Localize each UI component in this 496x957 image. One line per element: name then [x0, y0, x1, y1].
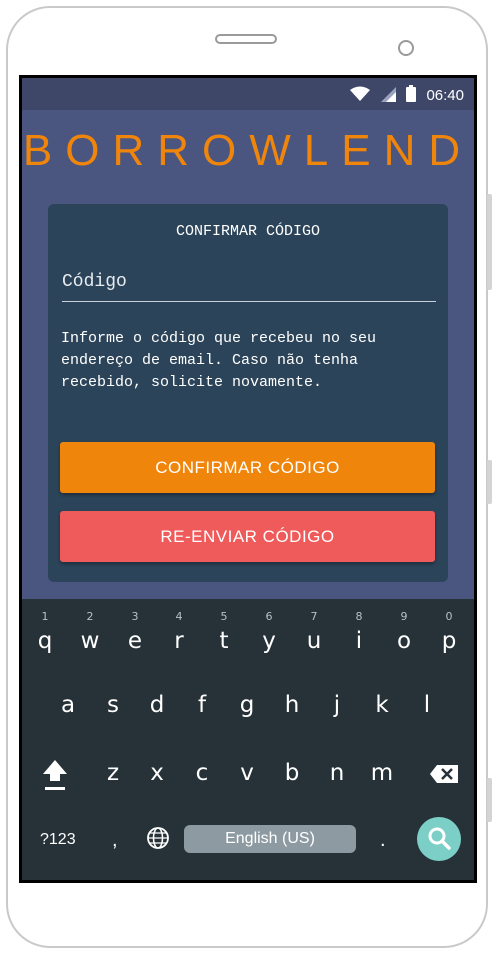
key-s[interactable]: s — [93, 683, 133, 727]
key-c[interactable]: c — [182, 751, 222, 795]
key-v[interactable]: v — [227, 751, 267, 795]
key-a[interactable]: a — [48, 683, 88, 727]
key-q[interactable]: 1q — [25, 611, 65, 663]
backspace-key[interactable] — [422, 751, 466, 795]
wifi-icon — [350, 86, 371, 106]
backspace-icon — [429, 760, 459, 786]
key-m[interactable]: m — [362, 751, 402, 795]
status-time: 06:40 — [426, 87, 464, 104]
key-u[interactable]: 7u — [294, 611, 334, 663]
keyboard-row-3: z x c v b n m — [22, 751, 474, 795]
app-logo: BORROWLEND — [22, 126, 474, 175]
symbols-key[interactable]: ?123 — [40, 831, 76, 849]
key-j[interactable]: j — [317, 683, 357, 727]
phone-camera — [398, 40, 414, 56]
key-p[interactable]: 0p — [429, 611, 469, 663]
confirm-code-button[interactable]: CONFIRMAR CÓDIGO — [60, 442, 435, 493]
key-y[interactable]: 6y — [249, 611, 289, 663]
app-screen: 06:40 BORROWLEND CONFIRMAR CÓDIGO Inform… — [22, 78, 474, 880]
soft-keyboard: 1q 2w 3e 4r 5t 6y 7u 8i 9o 0p a s d f g … — [22, 599, 474, 880]
key-n[interactable]: n — [317, 751, 357, 795]
power-button — [487, 778, 492, 822]
language-key[interactable] — [146, 826, 170, 855]
key-w[interactable]: 2w — [70, 611, 110, 663]
key-l[interactable]: l — [407, 683, 447, 727]
resend-code-button[interactable]: RE-ENVIAR CÓDIGO — [60, 511, 435, 562]
signal-icon — [380, 86, 397, 106]
keyboard-row-1: 1q 2w 3e 4r 5t 6y 7u 8i 9o 0p — [22, 611, 474, 663]
keyboard-row-2: a s d f g h j k l — [22, 683, 474, 727]
period-key[interactable]: . — [380, 829, 386, 852]
volume-button — [487, 194, 492, 290]
card-title: CONFIRMAR CÓDIGO — [175, 223, 321, 240]
phone-speaker — [215, 34, 277, 44]
search-icon — [417, 827, 461, 865]
shift-icon — [41, 759, 69, 790]
key-z[interactable]: z — [93, 751, 133, 795]
search-key[interactable] — [417, 817, 461, 861]
code-input[interactable] — [62, 262, 436, 302]
key-e[interactable]: 3e — [115, 611, 155, 663]
key-o[interactable]: 9o — [384, 611, 424, 663]
key-h[interactable]: h — [272, 683, 312, 727]
side-button — [487, 460, 492, 504]
status-bar: 06:40 — [22, 78, 474, 110]
key-k[interactable]: k — [362, 683, 402, 727]
comma-key[interactable]: , — [112, 829, 118, 852]
globe-icon — [146, 827, 170, 854]
key-t[interactable]: 5t — [204, 611, 244, 663]
confirm-code-card: CONFIRMAR CÓDIGO Informe o código que re… — [48, 204, 448, 582]
shift-key[interactable] — [35, 751, 75, 795]
key-b[interactable]: b — [272, 751, 312, 795]
key-g[interactable]: g — [227, 683, 267, 727]
space-key[interactable]: English (US) — [184, 825, 356, 853]
info-text: Informe o código que recebeu no seu ende… — [61, 330, 377, 391]
battery-icon — [406, 85, 417, 106]
key-x[interactable]: x — [137, 751, 177, 795]
key-i[interactable]: 8i — [339, 611, 379, 663]
phone-screen: 06:40 BORROWLEND CONFIRMAR CÓDIGO Inform… — [19, 75, 477, 883]
key-d[interactable]: d — [137, 683, 177, 727]
key-r[interactable]: 4r — [159, 611, 199, 663]
key-f[interactable]: f — [182, 683, 222, 727]
